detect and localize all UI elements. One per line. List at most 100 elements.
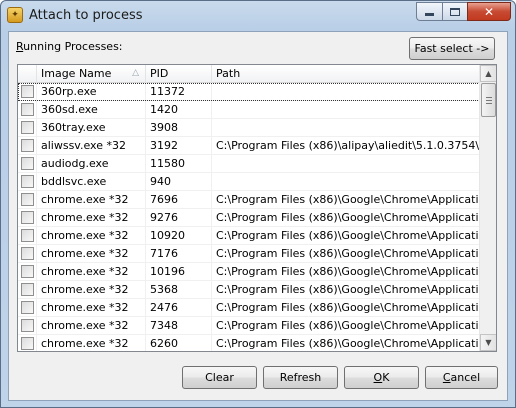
process-list[interactable]: Image Name △ PID Path 360rp.exe 11372 360s… [17, 64, 497, 352]
process-checkbox-cell [18, 245, 37, 262]
process-row[interactable]: chrome.exe *32 6260 C:\Program Files (x86)… [18, 335, 480, 351]
process-path: C:\Program Files (x86)\Google\Chrome\App… [216, 247, 480, 260]
process-row[interactable]: chrome.exe *32 2476 C:\Program Files (x86)… [18, 299, 480, 317]
process-checkbox[interactable] [20, 211, 34, 224]
process-checkbox-cell [18, 281, 37, 298]
process-pid: 2476 [146, 299, 212, 316]
scroll-up-button[interactable]: ▲ [480, 65, 496, 82]
header-pid-label: PID [150, 67, 169, 80]
header-image-name[interactable]: Image Name △ [37, 65, 146, 83]
process-row[interactable]: chrome.exe *32 9276 C:\Program Files (x86)… [18, 209, 480, 227]
process-row[interactable]: aliwssv.exe *32 3192 C:\Program Files (x86… [18, 137, 480, 155]
process-pid: 6260 [146, 335, 212, 351]
process-row[interactable]: chrome.exe *32 7176 C:\Program Files (x86)… [18, 245, 480, 263]
process-checkbox[interactable] [20, 301, 34, 314]
process-path: C:\Program Files (x86)\Google\Chrome\App… [216, 211, 480, 224]
thumb-grip-line [486, 100, 492, 101]
process-pid: 1420 [146, 101, 212, 118]
process-path [212, 101, 480, 118]
process-row[interactable]: chrome.exe *32 7696 C:\Program Files (x86)… [18, 191, 480, 209]
ok-button-access-key: O [373, 371, 383, 384]
process-checkbox[interactable] [20, 85, 34, 98]
process-checkbox-cell [18, 209, 37, 226]
process-checkbox[interactable] [20, 103, 34, 116]
process-checkbox[interactable] [20, 139, 34, 152]
fast-select-button[interactable]: Fast select -> [409, 37, 495, 60]
process-image-name: chrome.exe *32 [37, 245, 146, 262]
process-checkbox[interactable] [20, 157, 34, 170]
process-checkbox-cell [18, 299, 37, 316]
clear-button[interactable]: Clear [182, 366, 257, 389]
process-image-name: aliwssv.exe *32 [37, 137, 146, 154]
header-checkbox-column[interactable] [18, 65, 37, 83]
process-row[interactable]: 360tray.exe 3908 [18, 119, 480, 137]
process-image-name: chrome.exe *32 [37, 281, 146, 298]
sort-ascending-icon: △ [132, 68, 139, 78]
process-row[interactable]: bddlsvc.exe 940 [18, 173, 480, 191]
process-row[interactable]: 360sd.exe 1420 [18, 101, 480, 119]
process-image-name: chrome.exe *32 [37, 209, 146, 226]
cancel-button[interactable]: Cancel [425, 366, 498, 389]
thumb-grip-line [486, 97, 492, 98]
close-button[interactable]: ✕ [467, 2, 511, 21]
ok-button[interactable]: OK [344, 366, 419, 389]
process-path: C:\Program Files (x86)\Google\Chrome\App… [216, 229, 480, 242]
process-path: C:\Program Files (x86)\alipay\aliedit\5.… [216, 139, 480, 152]
process-pid: 7176 [146, 245, 212, 262]
scroll-down-button[interactable]: ▼ [480, 334, 496, 351]
process-image-name: 360rp.exe [37, 83, 146, 100]
process-checkbox[interactable] [20, 229, 34, 242]
title-bar[interactable]: ✦ Attach to process ✕ [1, 1, 515, 31]
minimize-icon [425, 13, 434, 16]
window-title: Attach to process [29, 8, 143, 23]
process-checkbox-cell [18, 83, 37, 100]
process-checkbox[interactable] [20, 247, 34, 260]
process-path [212, 173, 480, 190]
process-checkbox-cell [18, 335, 37, 351]
process-checkbox-cell [18, 317, 37, 334]
attach-to-process-window: ✦ Attach to process ✕ Running Processes:… [0, 0, 516, 408]
process-path: C:\Program Files (x86)\Google\Chrome\App… [216, 301, 480, 314]
close-icon: ✕ [483, 4, 495, 19]
process-pid: 7348 [146, 317, 212, 334]
process-checkbox-cell [18, 137, 37, 154]
process-path: C:\Program Files (x86)\Google\Chrome\App… [216, 337, 480, 350]
refresh-button[interactable]: Refresh [263, 366, 338, 389]
caption-buttons: ✕ [416, 2, 511, 22]
process-row[interactable]: chrome.exe *32 10920 C:\Program Files (x86… [18, 227, 480, 245]
process-checkbox[interactable] [20, 193, 34, 206]
maximize-button[interactable] [442, 2, 467, 21]
process-checkbox[interactable] [20, 337, 34, 350]
running-processes-label-text: unning Processes: [23, 40, 123, 53]
process-checkbox[interactable] [20, 265, 34, 278]
maximize-icon [450, 7, 460, 16]
header-pid[interactable]: PID [146, 65, 212, 83]
process-checkbox[interactable] [20, 175, 34, 188]
process-row[interactable]: chrome.exe *32 5368 C:\Program Files (x86)… [18, 281, 480, 299]
process-image-name: chrome.exe *32 [37, 299, 146, 316]
process-pid: 940 [146, 173, 212, 190]
process-pid: 7696 [146, 191, 212, 208]
process-image-name: 360sd.exe [37, 101, 146, 118]
process-row[interactable]: chrome.exe *32 7348 C:\Program Files (x86)… [18, 317, 480, 335]
header-path[interactable]: Path [212, 65, 480, 83]
process-image-name: chrome.exe *32 [37, 227, 146, 244]
process-checkbox-cell [18, 101, 37, 118]
process-checkbox-cell [18, 227, 37, 244]
vertical-scrollbar[interactable]: ▲ ▼ [479, 65, 496, 351]
process-image-name: chrome.exe *32 [37, 263, 146, 280]
process-row[interactable]: audiodg.exe 11580 [18, 155, 480, 173]
process-checkbox[interactable] [20, 283, 34, 296]
process-pid: 10920 [146, 227, 212, 244]
running-processes-label: Running Processes: [16, 40, 123, 53]
minimize-button[interactable] [416, 2, 442, 21]
process-row[interactable]: chrome.exe *32 10196 C:\Program Files (x86… [18, 263, 480, 281]
process-checkbox[interactable] [20, 121, 34, 134]
process-path: C:\Program Files (x86)\Google\Chrome\App… [216, 193, 480, 206]
process-image-name: chrome.exe *32 [37, 335, 146, 351]
process-row[interactable]: 360rp.exe 11372 [18, 83, 480, 101]
scroll-up-icon: ▲ [485, 69, 492, 78]
scroll-thumb[interactable] [481, 83, 496, 117]
process-image-name: bddlsvc.exe [37, 173, 146, 190]
process-checkbox[interactable] [20, 319, 34, 332]
